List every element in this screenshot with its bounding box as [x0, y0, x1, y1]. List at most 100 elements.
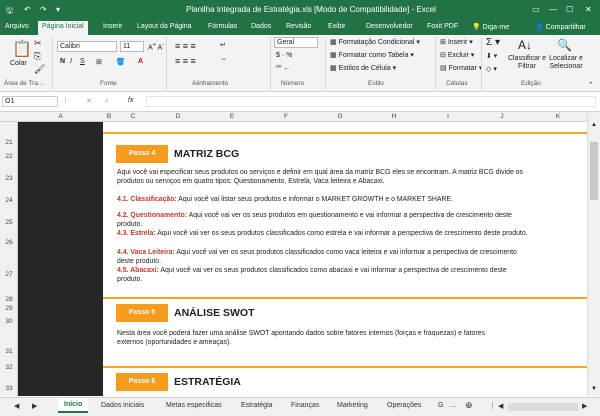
clear-icon[interactable]: ◇ ▾ — [486, 65, 497, 73]
font-name-box[interactable]: Calibri — [57, 41, 117, 52]
col-header[interactable]: C — [115, 113, 151, 120]
sort-filter-label[interactable]: Classificar e Filtrar — [507, 55, 547, 71]
fill-color-icon[interactable]: 🪣 — [116, 58, 125, 66]
tab-tell-me[interactable]: 💡 Diga-me — [472, 23, 509, 31]
fx-icon[interactable]: fx — [128, 97, 133, 104]
row-header[interactable]: 22 — [0, 153, 18, 160]
customize-qat-icon[interactable]: ▾ — [56, 5, 60, 14]
currency-icon[interactable]: $ · % — [276, 52, 292, 59]
formula-input[interactable] — [146, 96, 596, 107]
col-header[interactable]: H — [367, 113, 421, 120]
row-header[interactable]: 33 — [0, 385, 18, 392]
sheet-tab-metas[interactable]: Metas especificas — [166, 402, 222, 409]
scroll-thumb[interactable] — [590, 142, 598, 200]
font-color-icon[interactable]: A — [138, 58, 143, 65]
more-sheets-icon[interactable]: … — [450, 402, 457, 409]
format-button[interactable]: ▤ Formatar ▾ — [440, 64, 482, 72]
number-format-box[interactable]: Geral — [274, 37, 318, 48]
row-header[interactable]: 29 — [0, 305, 18, 312]
tabs-split-icon[interactable]: ⋮ — [489, 402, 496, 410]
tab-formulas[interactable]: Fórmulas — [208, 23, 237, 30]
row-header[interactable]: 24 — [0, 197, 18, 204]
horizontal-scrollbar[interactable] — [508, 403, 578, 411]
row-header[interactable]: 26 — [0, 239, 18, 246]
tab-share[interactable]: 👤 Compartilhar — [535, 23, 586, 31]
save-icon[interactable]: 🖫 — [6, 5, 13, 19]
row-header[interactable]: 25 — [0, 219, 18, 226]
sheet-tab-marketing[interactable]: Marketing — [337, 402, 368, 409]
scroll-down-icon[interactable]: ▼ — [591, 386, 597, 392]
merge-icon[interactable]: ⇔ — [220, 56, 227, 63]
tab-inserir[interactable]: Inserir — [103, 23, 122, 30]
cond-format-button[interactable]: ▦ Formatação Condicional ▾ — [330, 38, 420, 46]
tab-arquivo[interactable]: Arquivo — [5, 23, 29, 30]
next-sheet-icon[interactable]: ▶ — [32, 402, 37, 410]
paste-icon[interactable]: 📋 — [12, 39, 32, 59]
tab-exibir[interactable]: Exibir — [328, 23, 346, 30]
enter-icon[interactable]: ✓ — [104, 97, 110, 105]
col-header[interactable]: B — [103, 113, 115, 120]
close-icon[interactable]: ✕ — [585, 5, 592, 14]
col-header[interactable]: F — [259, 113, 313, 120]
scroll-up-icon[interactable]: ▲ — [591, 122, 597, 128]
copy-icon[interactable]: ⎘ — [34, 51, 41, 62]
add-sheet-icon[interactable]: ⊕ — [465, 400, 473, 411]
decimal-icon[interactable]: ⁰⁰ ← — [276, 64, 291, 72]
align-top-icon[interactable]: ≡ ≡ ≡ — [175, 41, 196, 51]
find-select-label[interactable]: Localizar e Selecionar — [542, 55, 590, 71]
fill-icon[interactable]: ⬇ ▾ — [486, 52, 497, 60]
sheet-tab-g[interactable]: G — [438, 402, 443, 409]
redo-icon[interactable]: ↷ — [40, 5, 47, 14]
cancel-icon[interactable]: ✕ — [86, 97, 92, 105]
undo-icon[interactable]: ↶ — [24, 5, 31, 14]
minimize-icon[interactable]: — — [549, 5, 557, 14]
tab-foxit[interactable]: Foxit PDF — [427, 23, 458, 30]
format-painter-icon[interactable]: 🖌 — [34, 64, 45, 75]
col-header[interactable]: E — [205, 113, 259, 120]
tab-revisao[interactable]: Revisão — [286, 23, 311, 30]
col-header[interactable]: I — [421, 113, 475, 120]
col-header[interactable]: K — [529, 113, 587, 120]
row-header[interactable]: 32 — [0, 364, 18, 371]
ribbon-display-icon[interactable]: ▭ — [532, 5, 540, 14]
paste-label[interactable]: Colar — [10, 60, 27, 67]
sheet-tab-operacoes[interactable]: Operações — [387, 402, 421, 409]
cut-icon[interactable]: ✂ — [34, 38, 42, 49]
sheet-tab-financas[interactable]: Finanças — [291, 402, 319, 409]
borders-icon[interactable]: ⊞ — [96, 58, 102, 66]
font-size-box[interactable]: 11 — [120, 41, 144, 52]
delete-button[interactable]: ⊟ Excluir ▾ — [440, 51, 474, 59]
hscroll-right-icon[interactable]: ▶ — [582, 402, 587, 410]
col-header[interactable]: A — [18, 113, 103, 120]
underline-icon[interactable]: S — [80, 58, 85, 65]
row-header[interactable]: 31 — [0, 348, 18, 355]
sheet-tab-inicio[interactable]: Início — [58, 398, 89, 413]
grow-font-icon[interactable]: A+ A- — [148, 42, 164, 51]
sheet-tab-dados-iniciais[interactable]: Dados iniciais — [101, 402, 144, 409]
tab-pagina-inicial[interactable]: Página Inicial — [38, 21, 88, 35]
italic-icon[interactable]: I — [70, 58, 72, 65]
wrap-text-icon[interactable]: ↵ — [220, 41, 226, 49]
format-table-button[interactable]: ▦ Formatar como Tabela ▾ — [330, 51, 414, 59]
col-header[interactable]: D — [151, 113, 205, 120]
col-header[interactable]: G — [313, 113, 367, 120]
bold-icon[interactable]: N — [60, 58, 65, 65]
prev-sheet-icon[interactable]: ◀ — [14, 402, 19, 410]
find-icon[interactable]: 🔍 — [557, 38, 572, 52]
row-header[interactable]: 21 — [0, 139, 18, 146]
sort-filter-icon[interactable]: A↓ — [518, 38, 532, 52]
row-header[interactable]: 27 — [0, 271, 18, 278]
hscroll-left-icon[interactable]: ◀ — [498, 402, 503, 410]
tab-dados[interactable]: Dados — [251, 23, 271, 30]
row-header[interactable]: 30 — [0, 318, 18, 325]
sheet-tab-estrategia[interactable]: Estratégia — [241, 402, 273, 409]
col-header[interactable]: J — [475, 113, 529, 120]
align-left-icon[interactable]: ≡ ≡ ≡ — [175, 56, 196, 66]
tab-layout[interactable]: Layout da Página — [137, 23, 192, 30]
maximize-icon[interactable]: ☐ — [566, 5, 573, 14]
insert-button[interactable]: ⊞ Inserir ▾ — [440, 38, 473, 46]
autosum-icon[interactable]: Σ ▾ — [486, 37, 500, 48]
name-box[interactable]: O1 — [2, 96, 58, 107]
row-header[interactable]: 23 — [0, 175, 18, 182]
tab-desenvolvedor[interactable]: Desenvolvedor — [366, 23, 413, 30]
